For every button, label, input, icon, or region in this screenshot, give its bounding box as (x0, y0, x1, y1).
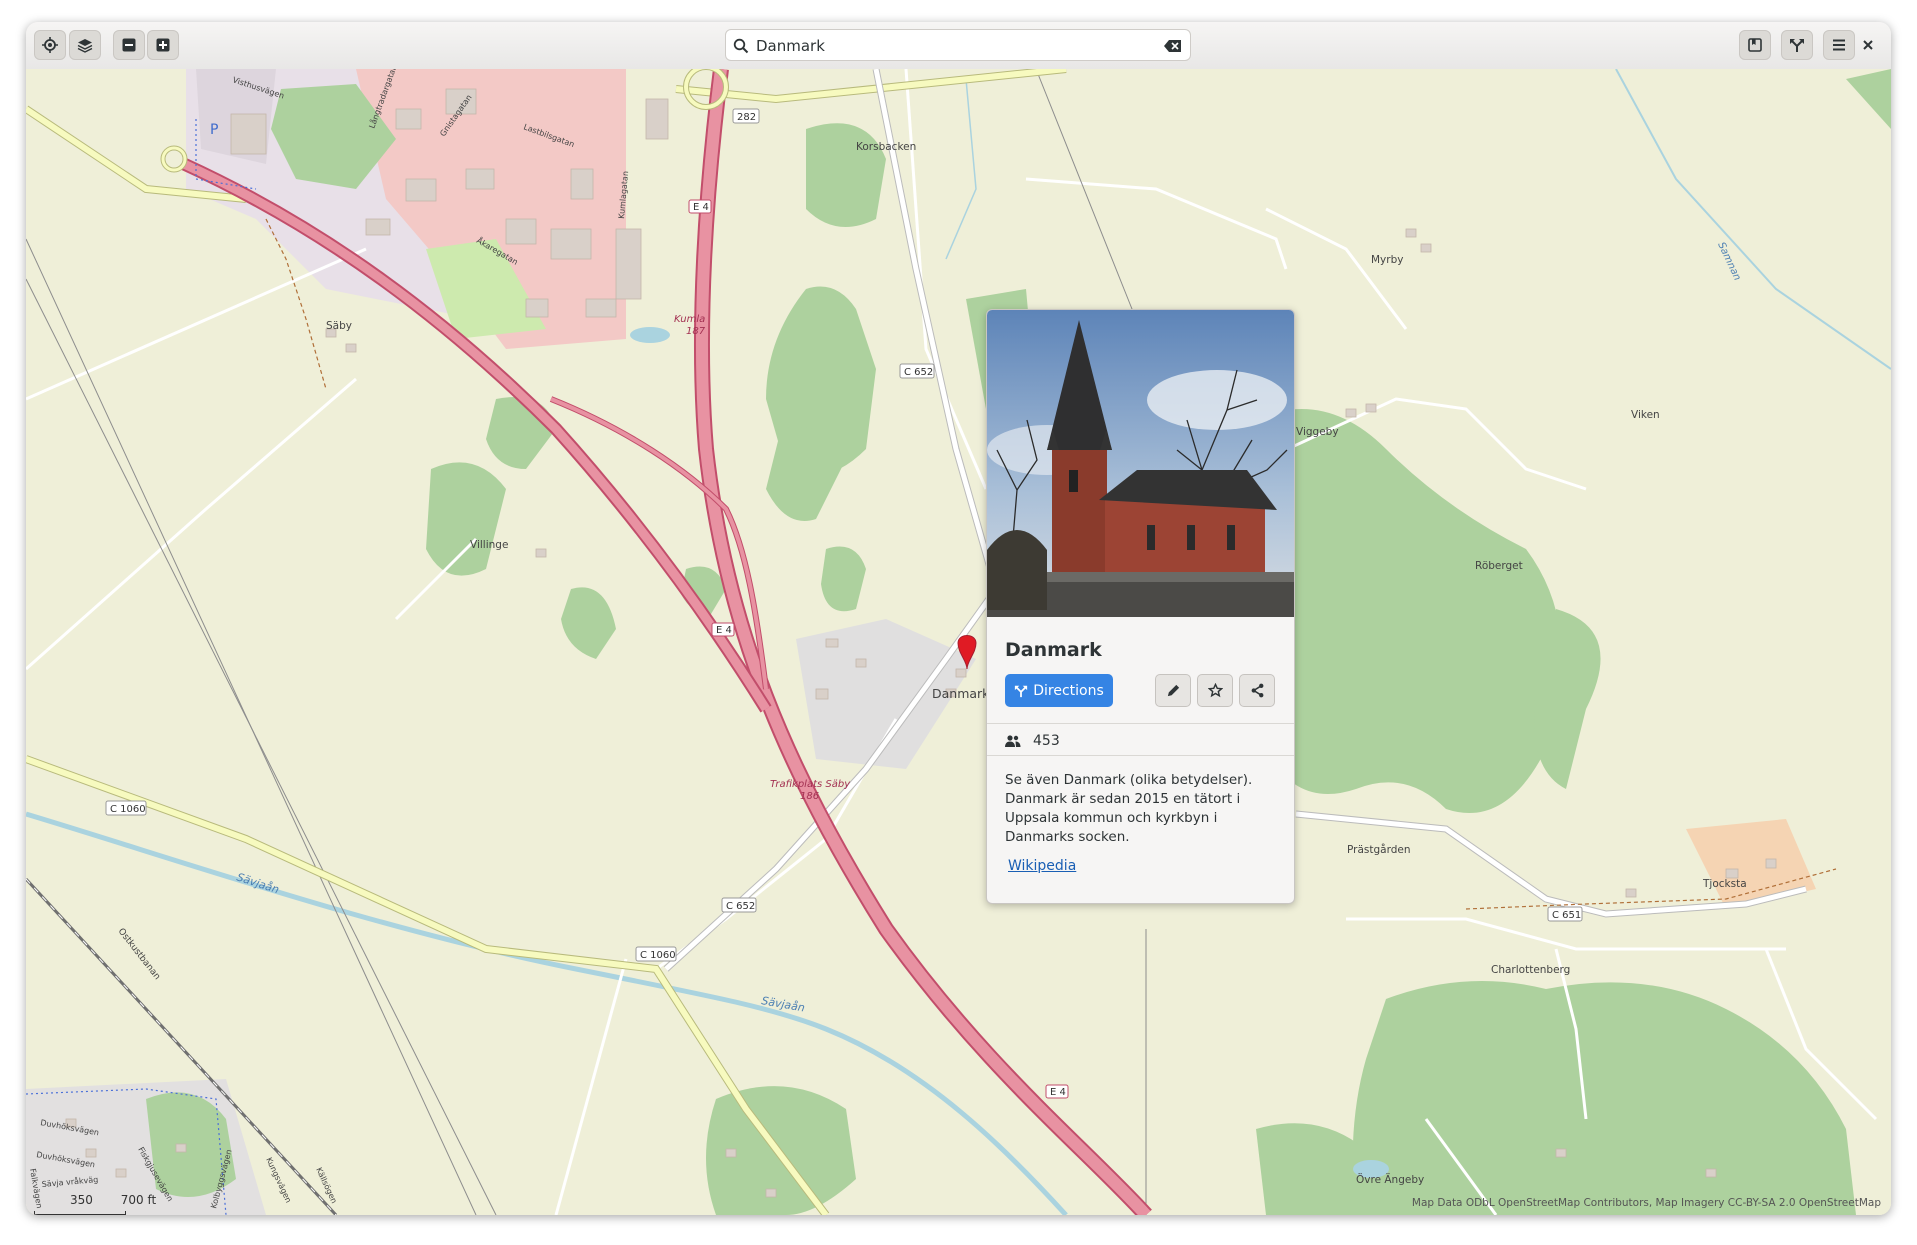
road-ref: C 651 (1552, 910, 1581, 921)
road-ref: E 4 (693, 202, 709, 213)
search-input[interactable]: Danmark (756, 37, 825, 55)
place-label-ovre-angeby: Övre Ängeby (1356, 1173, 1424, 1186)
header-bar: Danmark (26, 22, 1891, 70)
place-popover: Danmark Directions 453 Se även Danmark (… (986, 309, 1295, 904)
scale-line (34, 1211, 126, 1215)
zoom-out-button[interactable] (113, 30, 145, 60)
place-label-korsbacken: Korsbacken (856, 141, 916, 153)
layers-icon (77, 39, 93, 53)
map-canvas[interactable]: P Korsbacken Myrby Säby Viken Viggeby Vi… (26, 69, 1891, 1215)
separator (987, 723, 1294, 724)
place-title: Danmark (1005, 639, 1102, 661)
close-icon (1863, 40, 1873, 50)
main-menu-button[interactable] (1823, 30, 1855, 60)
road-ref: E 4 (1050, 1087, 1066, 1098)
scale-metric-label: 350 (70, 1193, 93, 1207)
junction-name-label: Kumla (674, 314, 705, 325)
search-field[interactable]: Danmark (725, 29, 1191, 61)
zoom-in-button[interactable] (147, 30, 179, 60)
directions-button[interactable]: Directions (1005, 674, 1113, 707)
layers-button[interactable] (69, 30, 101, 60)
marker-label: Danmark (932, 686, 990, 701)
bookmarks-button[interactable] (1739, 30, 1771, 60)
place-description: Se även Danmark (olika betydelser). Danm… (1005, 772, 1253, 845)
route-button[interactable] (1781, 30, 1813, 60)
share-button[interactable] (1239, 674, 1275, 707)
separator (987, 755, 1294, 756)
place-label-saby: Säby (326, 320, 352, 332)
zoom-out-icon (122, 38, 136, 52)
place-label-roberget: Röberget (1475, 560, 1523, 572)
favorite-button[interactable] (1197, 674, 1233, 707)
road-ref: C 1060 (640, 950, 676, 961)
place-label-villinge: Villinge (470, 539, 508, 551)
place-label-myrby: Myrby (1371, 254, 1403, 266)
locate-icon (42, 37, 58, 53)
clear-icon[interactable] (1164, 38, 1182, 54)
map-attribution[interactable]: Map Data ODbL OpenStreetMap Contributors… (1412, 1197, 1881, 1209)
directions-label: Directions (1033, 682, 1104, 699)
scale-imperial-label: 700 ft (120, 1193, 157, 1207)
place-photo (987, 310, 1294, 617)
parking-icon: P (210, 122, 218, 138)
road-ref: E 4 (716, 625, 732, 636)
wikipedia-link[interactable]: Wikipedia (1008, 858, 1076, 874)
bookmarks-icon (1748, 38, 1762, 52)
directions-icon (1015, 685, 1028, 697)
favorite-star-icon (1207, 683, 1223, 698)
junction-number-label: 187 (686, 326, 706, 337)
place-label-charlottenberg: Charlottenberg (1491, 964, 1570, 976)
app-window: Danmark P Korsbacken Myrby Säby Viken Vi… (26, 22, 1891, 1215)
place-label-viggeby: Viggeby (1296, 426, 1339, 438)
junction-name-label: Trafikplats Säby (770, 779, 851, 790)
search-icon (733, 38, 749, 54)
share-icon (1251, 683, 1263, 698)
edit-icon (1167, 684, 1179, 697)
place-label-viken: Viken (1631, 409, 1660, 421)
road-ref: C 1060 (110, 804, 146, 815)
scale-bar: 350 700 ft (34, 1193, 157, 1215)
road-ref: C 652 (726, 901, 755, 912)
locate-button[interactable] (34, 30, 66, 60)
road-ref: 282 (737, 112, 756, 123)
edit-button[interactable] (1155, 674, 1191, 707)
road-ref: C 652 (904, 367, 933, 378)
route-icon (1790, 39, 1804, 52)
close-window-button[interactable] (1852, 30, 1884, 60)
map-view[interactable]: P Korsbacken Myrby Säby Viken Viggeby Vi… (26, 69, 1891, 1215)
menu-icon (1833, 39, 1845, 51)
population-icon (1005, 735, 1021, 747)
junction-number-label: 186 (800, 791, 819, 802)
place-label-tjocksta: Tjocksta (1702, 878, 1747, 890)
place-label-prastgarden: Prästgården (1347, 843, 1411, 856)
zoom-in-icon (156, 38, 170, 52)
population-value: 453 (1033, 733, 1060, 749)
